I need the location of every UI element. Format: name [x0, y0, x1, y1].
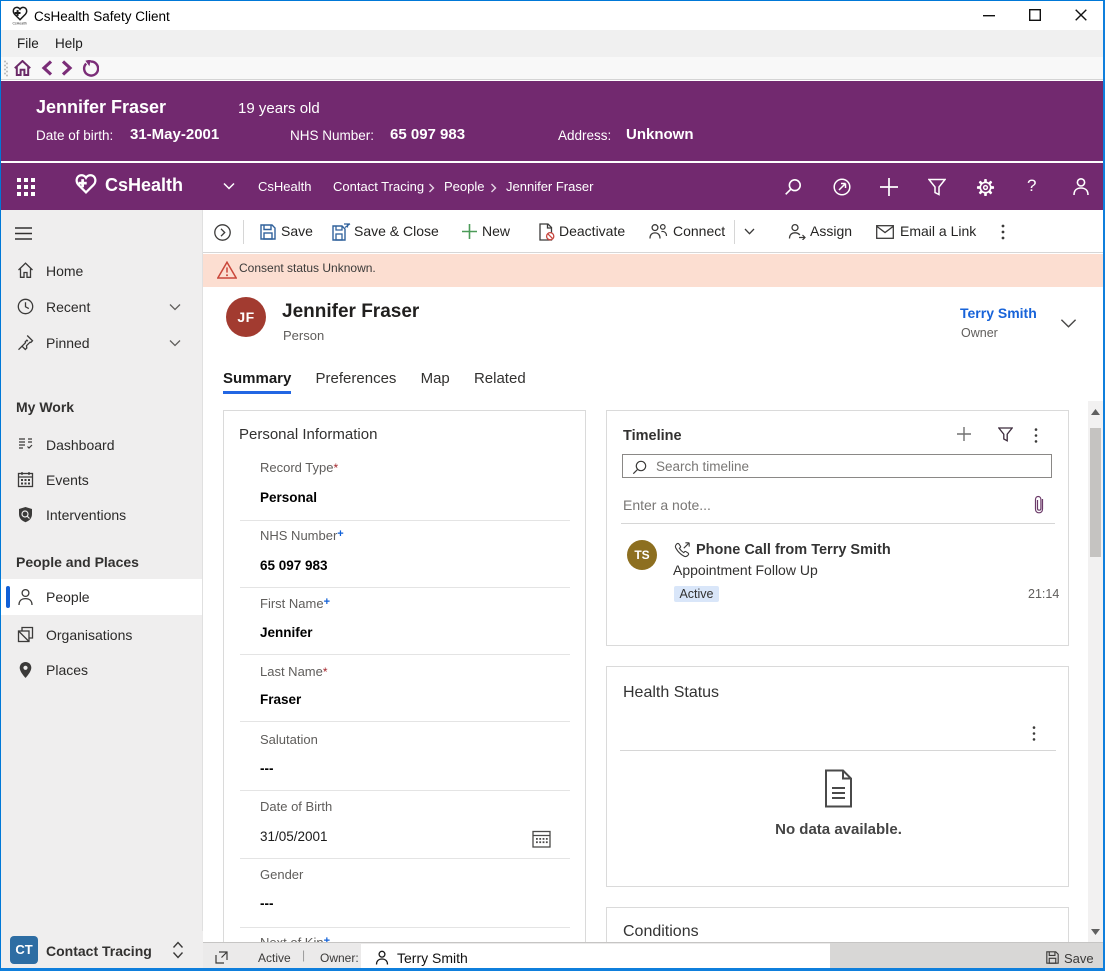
svg-text:CsHealth: CsHealth [13, 22, 27, 26]
